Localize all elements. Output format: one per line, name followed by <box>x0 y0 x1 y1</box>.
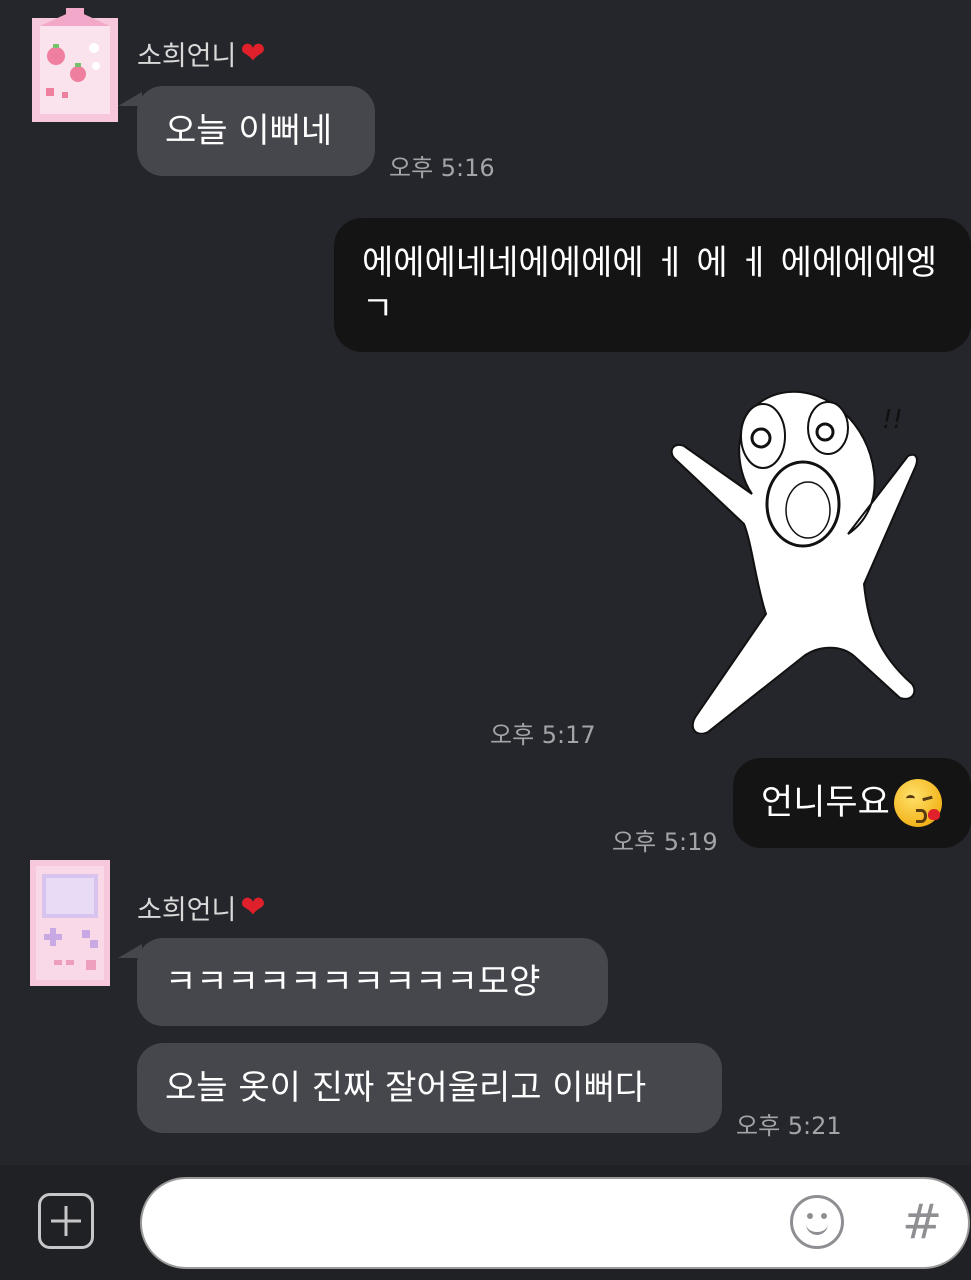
message-input[interactable] <box>140 1177 970 1269</box>
kissing-face-emoji-icon <box>893 779 942 827</box>
message-time: 오후 5:19 <box>612 828 718 856</box>
sender-name-label: 소희언니 <box>137 895 237 926</box>
heart-icon: ❤ <box>240 889 266 925</box>
message-bubble-incoming[interactable]: 오늘 이뻐네 <box>137 86 375 176</box>
message-text-line2: ㄱ <box>362 289 394 329</box>
sender-name: 소희언니 ❤ <box>137 34 266 73</box>
message-bubble-outgoing[interactable]: 에에에네네에에에에 ㅔ 에 ㅔ 에에에에엥 ㄱ <box>334 218 971 352</box>
sender-name-label: 소희언니 <box>137 41 237 72</box>
message-bubble-incoming[interactable]: 오늘 옷이 진짜 잘어울리고 이뻐다 <box>137 1043 722 1133</box>
smile-icon-eye <box>821 1213 827 1219</box>
heart-icon: ❤ <box>240 35 266 71</box>
sticker-screaming-character[interactable]: !! <box>668 384 930 735</box>
svg-text:!!: !! <box>882 405 903 435</box>
avatar-game-console[interactable] <box>26 856 114 990</box>
message-text: 오늘 옷이 진짜 잘어울리고 이뻐다 <box>165 1068 647 1108</box>
plus-icon[interactable] <box>38 1193 94 1249</box>
chat-area[interactable]: 소희언니 ❤ 오늘 이뻐네 오후 5:16 에에에네네에에에에 ㅔ 에 ㅔ 에에… <box>0 0 971 1165</box>
smile-icon-mouth <box>806 1220 828 1235</box>
sticker-time: 오후 5:17 <box>490 721 596 749</box>
smile-icon-eye <box>807 1213 813 1219</box>
message-bubble-incoming[interactable]: ㅋㅋㅋㅋㅋㅋㅋㅋㅋㅋ모양 <box>137 938 608 1026</box>
hashtag-button[interactable]: # <box>902 1196 942 1248</box>
message-text: 오늘 이뻐네 <box>165 111 333 151</box>
avatar-milk-carton[interactable] <box>26 8 124 126</box>
message-time: 오후 5:21 <box>736 1112 842 1140</box>
message-text: 언니두요 <box>761 783 890 823</box>
message-time: 오후 5:16 <box>389 154 495 182</box>
message-bubble-outgoing[interactable]: 언니두요 <box>733 758 971 848</box>
smile-icon[interactable] <box>790 1195 844 1249</box>
sender-name: 소희언니 ❤ <box>137 888 266 927</box>
message-text: ㅋㅋㅋㅋㅋㅋㅋㅋㅋㅋ모양 <box>165 962 541 1002</box>
message-text-line1: 에에에네네에에에에 ㅔ 에 ㅔ 에에에에엥 <box>362 243 937 283</box>
